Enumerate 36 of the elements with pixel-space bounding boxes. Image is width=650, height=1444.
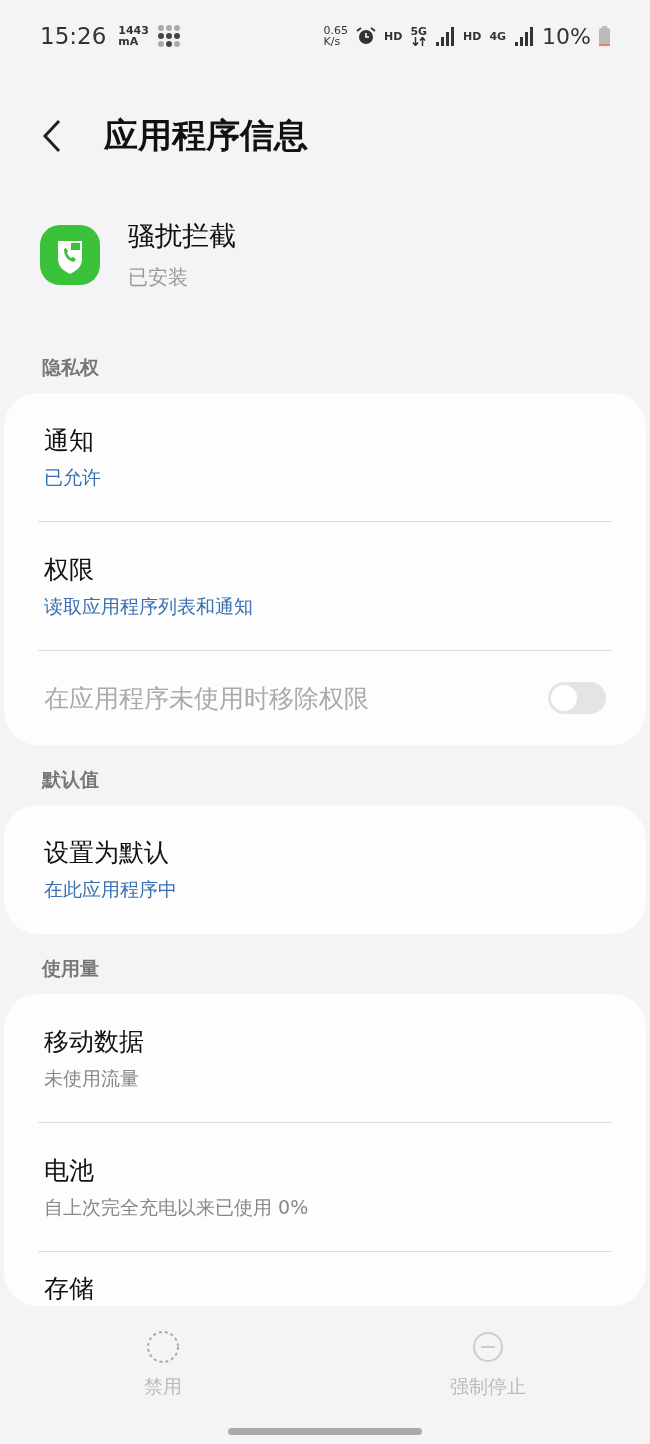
- current-reading: 1443 mA: [118, 25, 149, 47]
- section-header: 使用量: [40, 956, 100, 981]
- setting-title[interactable]: 设置为默认: [44, 836, 169, 869]
- stop-icon: [470, 1330, 505, 1364]
- app-icon: [40, 224, 100, 285]
- app-name: 骚扰拦截: [128, 219, 236, 253]
- setting-summary: 自上次完全充电以来已使用 0%: [44, 1195, 309, 1220]
- network-type: 5G: [410, 26, 428, 37]
- setting-summary: 读取应用程序列表和通知: [44, 594, 253, 619]
- alarm-icon: [356, 26, 377, 46]
- home-indicator[interactable]: [228, 1428, 422, 1435]
- signal-icon: [435, 26, 456, 46]
- battery-percent: 10%: [542, 23, 591, 49]
- setting-summary: 已允许: [44, 465, 101, 490]
- hd-label: HD: [384, 29, 403, 43]
- setting-title[interactable]: 权限: [44, 553, 94, 586]
- setting-title[interactable]: 电池: [44, 1154, 94, 1187]
- network-speed: 0.65 K/s: [323, 25, 349, 47]
- install-status: 已安装: [128, 264, 189, 291]
- dashed-circle-icon: [145, 1330, 180, 1364]
- setting-title[interactable]: 移动数据: [44, 1025, 144, 1058]
- page-title: 应用程序信息: [104, 114, 308, 157]
- setting-title[interactable]: 存储: [44, 1272, 94, 1305]
- section-header: 默认值: [40, 767, 100, 792]
- network-type: 4G: [489, 30, 507, 42]
- status-time: 15:26: [40, 23, 107, 49]
- data-arrows-icon: [411, 37, 426, 46]
- setting-summary: 在此应用程序中: [44, 877, 177, 902]
- signal-icon: [514, 26, 535, 46]
- setting-summary: 未使用流量: [44, 1066, 139, 1091]
- section-header: 隐私权: [41, 355, 100, 380]
- dots-icon: [156, 24, 181, 48]
- setting-title[interactable]: 通知: [44, 424, 94, 457]
- battery-icon: [599, 26, 610, 46]
- setting-title: 在应用程序未使用时移除权限: [44, 682, 369, 715]
- hd-label: HD: [463, 29, 482, 43]
